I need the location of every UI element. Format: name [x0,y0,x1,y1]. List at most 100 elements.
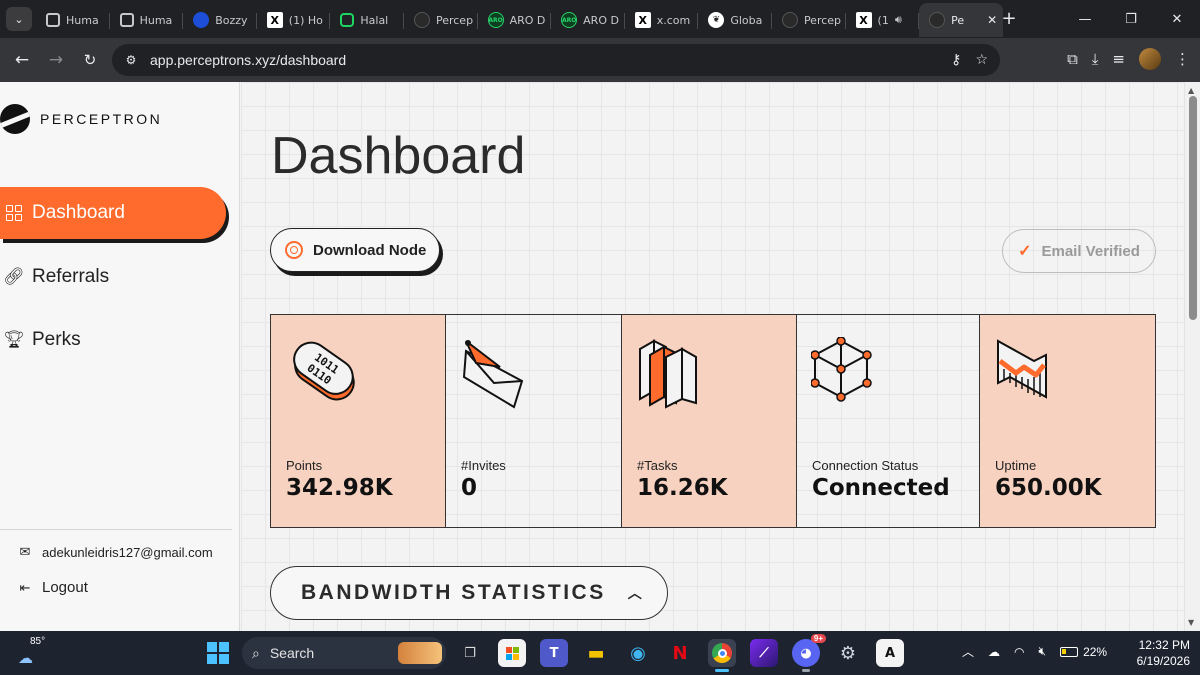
sidebar-item-dashboard[interactable]: Dashboard [0,187,226,239]
extensions-icon[interactable]: ⧉ [1067,50,1078,68]
scroll-up-icon[interactable]: ▲ [1188,86,1194,95]
minimize-icon[interactable]: — [1062,0,1108,38]
browser-tab[interactable]: X (1 🔊︎ [846,3,920,37]
notification-badge: 9+ [810,634,826,643]
tab-list: Huma Huma Bozzy X (1) Ho Halal Percep ARO… [36,3,1004,37]
password-key-icon[interactable]: ⚷ [951,52,961,68]
sidebar-item-perks[interactable]: 🏆︎ Perks [0,314,226,366]
browser-tab[interactable]: X (1) Ho [257,3,331,37]
battery-icon [1060,646,1079,657]
bozzy-icon [193,12,210,28]
stat-value: Connected [812,475,950,501]
profile-avatar[interactable] [1139,48,1161,70]
windows-taskbar: 85° ☁ ⌕ Search ❐ T ▬ ◉ N ⟋ ◕ 9+ ⚙ A ︿ ☁ ◠… [0,631,1200,675]
sidebar-item-referrals[interactable]: 🔗︎ Referrals [0,251,226,303]
bandwidth-label: BANDWIDTH STATISTICS [301,581,606,604]
brand-logo[interactable]: PERCEPTRON [0,104,162,134]
browser-tab[interactable]: Huma [36,3,110,37]
bandwidth-statistics-toggle[interactable]: BANDWIDTH STATISTICS ︿ [270,566,668,620]
notion-like-icon[interactable]: A [876,639,904,667]
site-info-icon[interactable]: ⚙ [120,49,142,71]
browser-tab[interactable]: Percep [404,3,478,37]
wifi-icon[interactable]: ◠ [1014,645,1024,659]
page-scrollbar[interactable]: ▲ ▼ [1184,82,1200,631]
sidebar-item-label: Perks [32,329,81,350]
file-explorer-icon[interactable]: ▬ [582,639,610,667]
aro-icon: ARO [561,12,578,28]
grid-icon [4,203,24,223]
start-button[interactable] [207,642,229,664]
sidebar-item-label: Referrals [32,266,110,287]
mail-icon: ✉ [19,544,31,559]
account-email: ✉ adekunleidris127@gmail.com [16,544,213,560]
system-tray: ︿ ☁ ◠ 🔇︎ 22% [962,643,1107,660]
stat-card-points: 1011 0110 Points 342.98K [271,315,446,527]
perceptron-logo-icon [0,104,30,134]
logout-icon: ⇤ [19,579,31,595]
link-icon: 🔗︎ [3,267,25,286]
edge-icon[interactable]: ◉ [624,639,652,667]
browser-tab[interactable]: ARO ARO D [478,3,552,37]
system-clock[interactable]: 12:32 PM 6/19/2026 [1124,637,1190,669]
restore-icon[interactable]: ❐ [1108,0,1154,38]
browser-tab[interactable]: ARO ARO D [551,3,625,37]
onedrive-cloud-icon[interactable]: ☁ [988,645,1000,659]
discord-icon[interactable]: ◕ 9+ [792,634,826,672]
address-bar[interactable]: ⚙ app.perceptrons.xyz/dashboard ⚷ ☆ [112,44,1000,76]
browser-tab[interactable]: Xx.com [625,3,699,37]
stat-value: 650.00K [995,475,1102,501]
download-node-button[interactable]: Download Node [270,228,440,272]
new-tab-button[interactable]: + [998,8,1020,29]
chrome-taskbar-icon[interactable] [708,639,736,672]
settings-gear-icon[interactable]: ⚙ [834,639,862,667]
browser-tab[interactable]: Huma [110,3,184,37]
chevron-up-icon[interactable]: ︿ [962,643,974,660]
taskbar-search[interactable]: ⌕ Search [242,637,446,669]
taskbar-apps: ❐ T ▬ ◉ N ⟋ ◕ 9+ ⚙ A [456,634,904,672]
search-icon: ⌕ [252,644,260,661]
media-control-icon[interactable]: ≡ [1112,50,1125,68]
aro-icon: ARO [487,12,504,28]
stat-label: Connection Status [812,458,919,473]
browser-tab[interactable]: Percep [772,3,846,37]
battery-indicator[interactable]: 22% [1060,645,1107,659]
stat-card-invites: #Invites 0 [446,315,622,527]
media-app-icon[interactable]: ⟋ [750,639,778,667]
hexagon-icon [119,13,134,27]
stat-label: Points [286,458,323,473]
bookmark-star-icon[interactable]: ☆ [975,52,988,68]
sidebar: PERCEPTRON Dashboard 🔗︎ Referrals 🏆︎ Per… [0,82,240,631]
stat-card-tasks: #Tasks 16.26K [622,315,797,527]
scroll-thumb[interactable] [1189,96,1197,320]
task-view-icon[interactable]: ❐ [456,639,484,667]
stats-grid: 1011 0110 Points 342.98K #Invites 0 #Tas… [270,314,1156,528]
store-icon[interactable] [498,639,526,667]
envelope-icon [462,340,524,409]
back-icon[interactable]: ← [10,48,34,72]
stat-value: 16.26K [637,475,728,501]
check-icon: ✓ [1018,243,1032,260]
menu-icon[interactable]: ⋮ [1175,50,1190,68]
close-window-icon[interactable]: ✕ [1154,0,1200,38]
netflix-icon[interactable]: N [666,639,694,667]
tab-search-button[interactable]: ⌄ [6,7,32,31]
browser-tab[interactable]: ❦ Globa [698,3,772,37]
browser-tab-active[interactable]: Pe ✕ [919,3,1004,37]
x-icon: X [855,12,872,28]
download-icon[interactable]: ⤓ [1092,50,1099,68]
teams-icon[interactable]: T [540,639,568,667]
stat-label: #Tasks [637,458,678,473]
storm-cloud-icon: ☁ [18,650,33,667]
logout-button[interactable]: ⇤ Logout [16,579,88,596]
scroll-down-icon[interactable]: ▼ [1188,618,1194,627]
browser-tab[interactable]: Halal [330,3,404,37]
url-text[interactable]: app.perceptrons.xyz/dashboard [150,52,346,68]
volume-muted-icon[interactable]: 🔇︎ [1039,644,1047,659]
stat-value: 342.98K [286,475,393,501]
browser-tab[interactable]: Bozzy [183,3,257,37]
stat-card-connection: Connection Status Connected [797,315,980,527]
forward-icon[interactable]: → [44,48,68,72]
reload-icon[interactable]: ↻ [78,48,102,72]
chevron-up-icon: ︿ [627,585,645,601]
close-tab-icon[interactable]: ✕ [987,13,997,27]
